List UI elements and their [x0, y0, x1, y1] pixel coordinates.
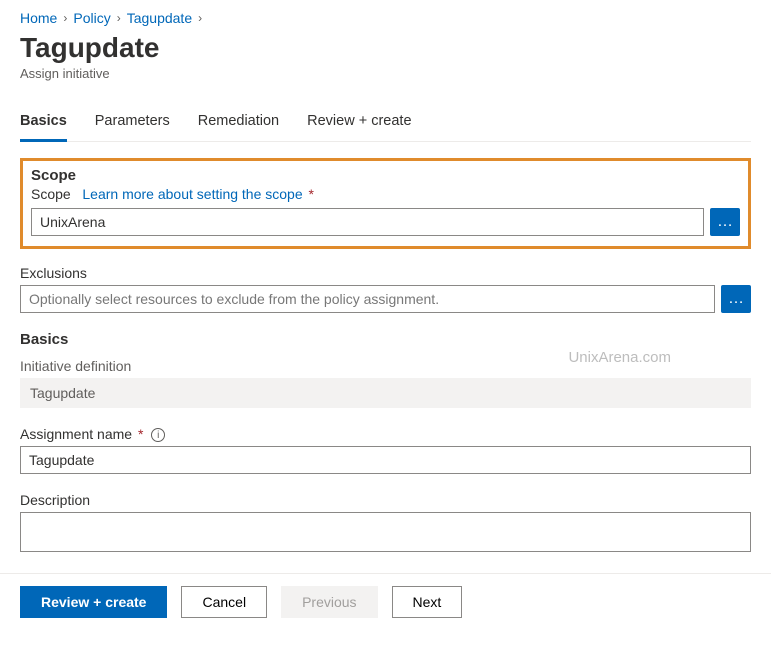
- scope-picker-button[interactable]: …: [710, 208, 740, 236]
- scope-input[interactable]: [31, 208, 704, 236]
- tab-parameters[interactable]: Parameters: [95, 113, 170, 141]
- ellipsis-icon: …: [717, 213, 733, 231]
- info-icon[interactable]: i: [151, 428, 165, 442]
- tab-remediation[interactable]: Remediation: [198, 113, 279, 141]
- cancel-button[interactable]: Cancel: [181, 586, 267, 618]
- scope-label: Scope: [31, 186, 71, 202]
- chevron-right-icon: ›: [198, 11, 202, 25]
- breadcrumb-home[interactable]: Home: [20, 10, 57, 26]
- scope-heading: Scope: [31, 167, 740, 184]
- chevron-right-icon: ›: [117, 11, 121, 25]
- previous-button: Previous: [281, 586, 377, 618]
- exclusions-picker-button[interactable]: …: [721, 285, 751, 313]
- initiative-definition-value: Tagupdate: [20, 378, 751, 408]
- assignment-name-input[interactable]: [20, 446, 751, 474]
- tab-bar: Basics Parameters Remediation Review + c…: [20, 113, 751, 142]
- scope-learn-more-link[interactable]: Learn more about setting the scope: [82, 186, 302, 202]
- basics-heading: Basics: [20, 331, 751, 348]
- tab-review-create[interactable]: Review + create: [307, 113, 411, 141]
- page-subtitle: Assign initiative: [20, 66, 751, 81]
- breadcrumb-tagupdate[interactable]: Tagupdate: [127, 10, 192, 26]
- required-asterisk: *: [309, 186, 314, 202]
- breadcrumb-policy[interactable]: Policy: [73, 10, 110, 26]
- exclusions-label: Exclusions: [20, 265, 751, 281]
- chevron-right-icon: ›: [63, 11, 67, 25]
- footer-action-bar: Review + create Cancel Previous Next: [0, 573, 771, 630]
- description-input[interactable]: [20, 512, 751, 552]
- review-create-button[interactable]: Review + create: [20, 586, 167, 618]
- next-button[interactable]: Next: [392, 586, 463, 618]
- ellipsis-icon: …: [728, 290, 744, 308]
- assignment-name-label: Assignment name * i: [20, 426, 751, 442]
- required-asterisk: *: [138, 426, 143, 442]
- breadcrumb: Home › Policy › Tagupdate ›: [20, 10, 751, 26]
- description-label: Description: [20, 492, 751, 508]
- page-title: Tagupdate: [20, 32, 751, 64]
- initiative-definition-label: Initiative definition: [20, 358, 751, 374]
- scope-section: Scope Scope Learn more about setting the…: [20, 158, 751, 249]
- tab-basics[interactable]: Basics: [20, 113, 67, 142]
- exclusions-input[interactable]: [20, 285, 715, 313]
- scope-label-row: Scope Learn more about setting the scope…: [31, 186, 740, 202]
